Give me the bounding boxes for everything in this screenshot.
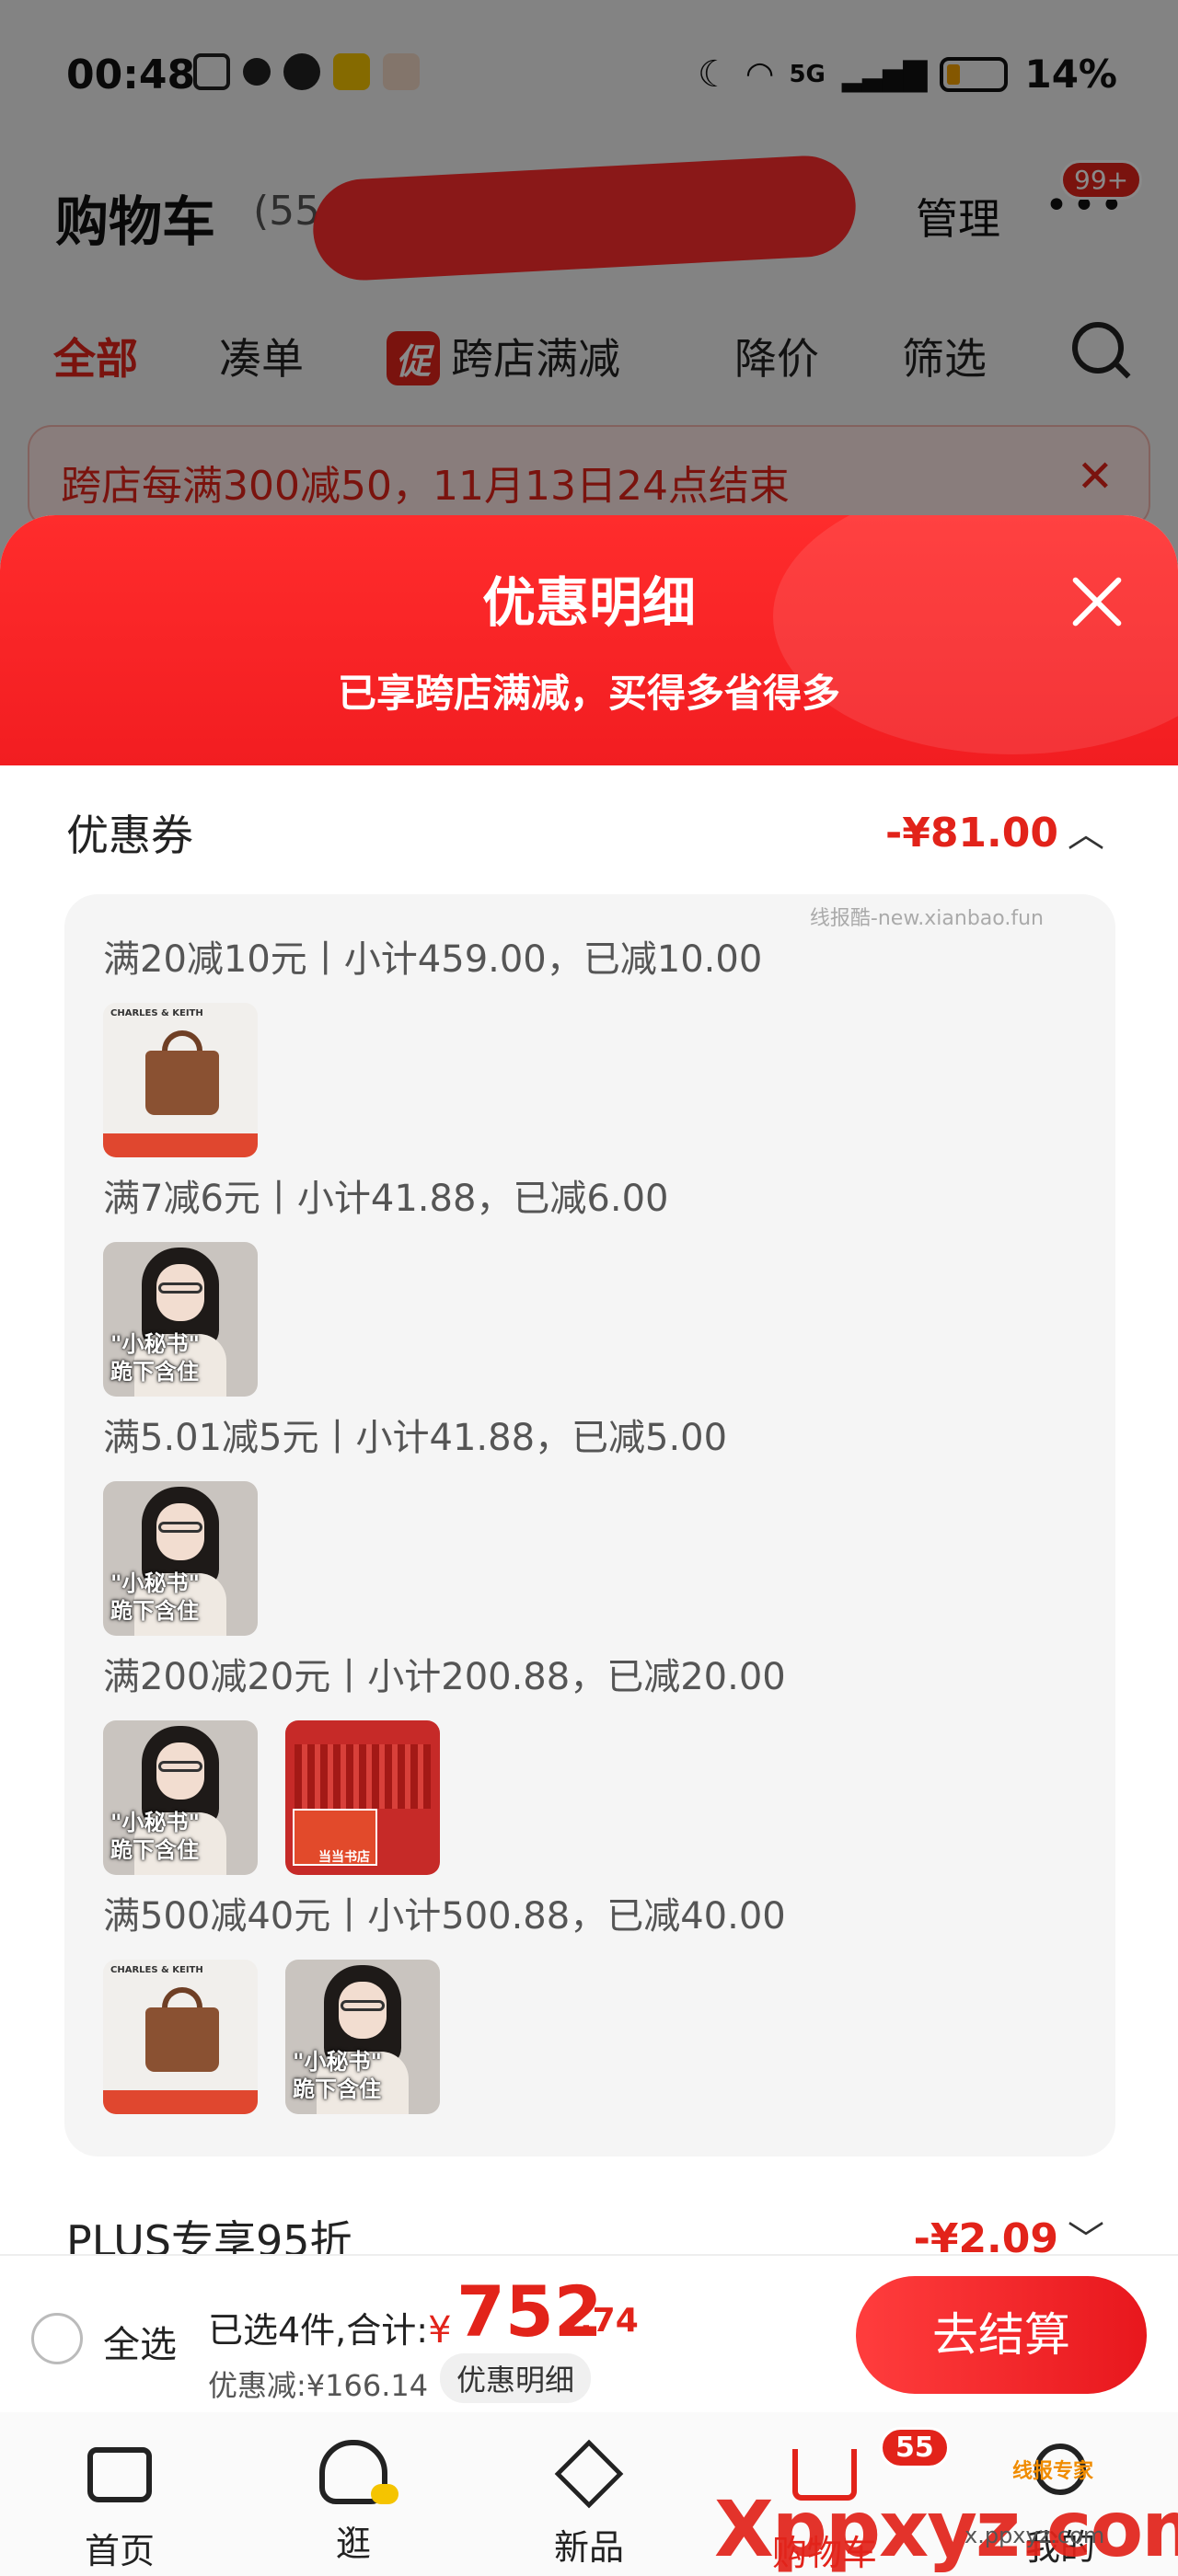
thumb-glasses (158, 1522, 202, 1533)
selected-info-text: 已选4件,合计: (208, 2310, 429, 2351)
watermark-text: 线报酷-new.xianbao.fun (809, 907, 1044, 930)
product-thumbs: "小秘书" 跪下含住 (103, 1242, 258, 1397)
new-products-icon-shape (554, 2439, 624, 2509)
thumbnail-caption: "小秘书" 跪下含住 (110, 1570, 201, 1624)
watermark-tag: 线报专家 (1012, 2460, 1094, 2483)
product-thumbnail[interactable]: "小秘书" 跪下含住 (285, 1960, 440, 2114)
tab-home-label: 首页 (84, 2531, 155, 2571)
tab-home[interactable]: 首页 (37, 2440, 202, 2573)
promo-strip (103, 1133, 258, 1157)
coupon-rule: 满7减6元丨小计41.88，已减6.00 (103, 1178, 669, 1220)
product-thumbnail[interactable]: "小秘书" 跪下含住 (103, 1481, 258, 1636)
new-products-icon (552, 2439, 626, 2510)
watermark-url: x.ppxyz.com (964, 2523, 1105, 2548)
tab-new-products[interactable]: 新品 (506, 2439, 672, 2570)
tab-explore-label: 逛 (335, 2524, 371, 2564)
tab-new-products-label: 新品 (553, 2527, 624, 2568)
product-thumbnail[interactable]: CHARLES & KEITH (103, 1003, 258, 1157)
handbag-image (145, 1051, 219, 1115)
coupon-amount: -¥81.00 (884, 810, 1058, 857)
coupon-section-label: 优惠券 (66, 811, 193, 860)
close-icon[interactable] (1068, 572, 1126, 631)
total-price-decimal: .74 (580, 2302, 639, 2340)
product-thumbs: "小秘书" 跪下含住 (103, 1481, 258, 1636)
product-thumbnail[interactable]: CHARLES & KEITH (103, 1960, 258, 2114)
discount-detail-button[interactable]: 优惠明细 (440, 2353, 592, 2403)
checkout-bar: 全选 已选4件,合计:¥ 752 .74 优惠减:¥166.14 优惠明细 去结… (0, 2254, 1178, 2412)
product-thumbnail[interactable]: "小秘书" 跪下含住 (103, 1242, 258, 1397)
coupon-rule: 满200减20元丨小计200.88，已减20.00 (103, 1656, 786, 1698)
product-thumbs: "小秘书" 跪下含住 当当书店 (103, 1720, 440, 1875)
thumbnail-label: 当当书店 (318, 1850, 370, 1865)
select-all-checkbox[interactable] (31, 2313, 83, 2364)
thumb-glasses (341, 2000, 385, 2011)
product-thumbs: CHARLES & KEITH "小秘书" 跪下含住 (103, 1960, 440, 2114)
tab-explore[interactable]: 逛 (271, 2440, 436, 2566)
coupon-details: 线报酷-new.xianbao.fun 满20减10元丨小计459.00，已减1… (64, 894, 1115, 2156)
product-thumbnail[interactable]: 当当书店 (285, 1720, 440, 1875)
thumbnail-caption: "小秘书" 跪下含住 (110, 1810, 201, 1863)
sheet-subtitle: 已享跨店满减，买得多省得多 (337, 671, 840, 716)
thumbnail-brand: CHARLES & KEITH (110, 1008, 203, 1018)
chevron-up-icon: ︿ (1068, 813, 1104, 856)
cart-badge: 55 (880, 2427, 950, 2468)
home-icon-shape (87, 2447, 152, 2502)
explore-icon-shape (319, 2440, 398, 2504)
explore-icon (317, 2440, 398, 2506)
product-thumbnail[interactable]: "小秘书" 跪下含住 (103, 1720, 258, 1875)
selected-summary: 已选4件,合计:¥ (208, 2302, 452, 2352)
currency-symbol: ¥ (428, 2309, 452, 2352)
sheet-header: 优惠明细 已享跨店满减，买得多省得多 (0, 515, 1178, 765)
coupon-rule: 满5.01减5元丨小计41.88，已减5.00 (103, 1417, 728, 1459)
thumb-glasses (158, 1282, 202, 1294)
coupon-rule: 满500减40元丨小计500.88，已减40.00 (103, 1895, 786, 1938)
select-all-label[interactable]: 全选 (103, 2315, 177, 2368)
discount-total: 优惠减:¥166.14 (208, 2368, 429, 2403)
handbag-image (145, 2007, 219, 2072)
coupon-rule: 满20减10元丨小计459.00，已减10.00 (103, 938, 763, 981)
sheet-title: 优惠明细 (481, 571, 696, 634)
home-icon (83, 2447, 156, 2513)
product-thumbs: CHARLES & KEITH (103, 1003, 258, 1157)
thumb-glasses (158, 1761, 202, 1772)
thumbnail-caption: "小秘书" 跪下含住 (293, 2049, 383, 2102)
checkout-button[interactable]: 去结算 (856, 2276, 1147, 2394)
thumbnail-caption: "小秘书" 跪下含住 (110, 1331, 201, 1385)
promo-strip (103, 2090, 258, 2114)
watermark-logo: Xppxyz.com (714, 2484, 1178, 2574)
book-spines (294, 1744, 431, 1809)
coupon-section-amount[interactable]: -¥81.00 ︿ (885, 804, 1104, 857)
thumbnail-brand: CHARLES & KEITH (110, 1965, 203, 1975)
